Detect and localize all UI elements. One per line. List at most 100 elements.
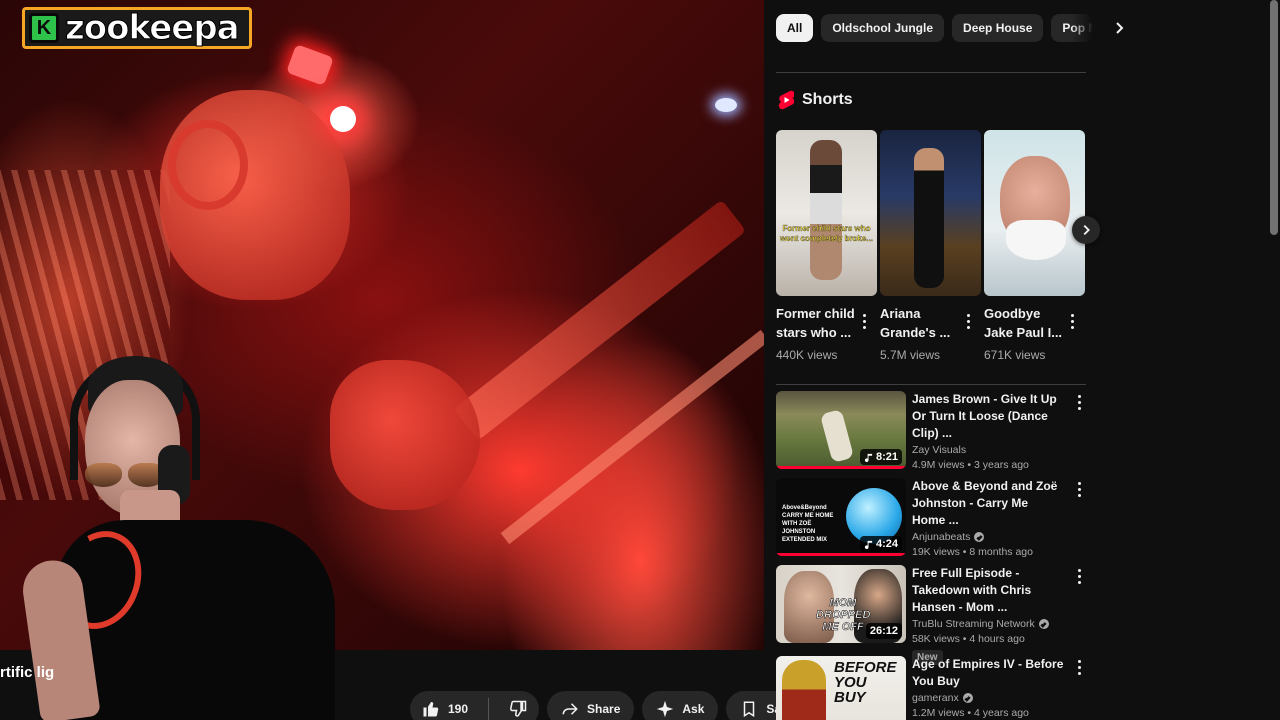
like-count: 190 [448, 702, 469, 716]
short-menu-button[interactable] [961, 312, 975, 330]
channel-name-text: Anjunabeats [912, 531, 971, 543]
short-menu-button[interactable] [857, 312, 871, 330]
dislike-button[interactable] [497, 691, 539, 720]
channel-name[interactable]: TruBlu Streaming Network [912, 618, 1064, 630]
video-dj-hand [330, 360, 480, 510]
chevron-right-icon [1083, 224, 1090, 236]
chip-all[interactable]: All [776, 14, 814, 42]
video-meta: 58K views • 4 hours ago [912, 633, 1025, 645]
channel-name[interactable]: gameranx [912, 692, 1064, 704]
share-icon [562, 703, 578, 715]
video-thumbnail[interactable]: MOM DROPPED ME OFF 26:12 [776, 565, 906, 643]
verified-icon [974, 532, 985, 542]
like-button[interactable]: 190 [410, 691, 480, 720]
video-title: rtific lig [0, 664, 55, 681]
thumbnail-text: Above&Beyond CARRY ME HOME WITH ZOË JOHN… [782, 505, 834, 543]
duration-badge: 26:12 [865, 623, 902, 639]
page-scrollbar[interactable] [1270, 0, 1278, 235]
chips-next-button[interactable] [1107, 14, 1131, 42]
duration-text: 26:12 [869, 625, 898, 637]
video-light [715, 98, 737, 112]
chip-oldschool-jungle[interactable]: Oldschool Jungle [821, 14, 945, 42]
verified-icon [1038, 619, 1049, 629]
music-note-icon [864, 540, 873, 549]
video-light [286, 44, 334, 86]
video-dj-headphones [168, 120, 248, 210]
chip-pop-music[interactable]: Pop M [1051, 14, 1094, 42]
recommendation-menu-button[interactable] [1072, 658, 1086, 676]
channel-name-text: TruBlu Streaming Network [912, 618, 1035, 630]
short-thumbnail-caption: Former child stars who went completely b… [780, 224, 873, 243]
recommendation-menu-button[interactable] [1072, 393, 1086, 411]
video-thumbnail[interactable]: Above&Beyond CARRY ME HOME WITH ZOË JOHN… [776, 478, 906, 556]
music-note-icon [864, 453, 873, 462]
thumbnail-text: MOM DROPPED ME OFF [816, 597, 871, 634]
channel-name-text: Zay Visuals [912, 444, 967, 456]
recommendation-item[interactable]: Above&Beyond CARRY ME HOME WITH ZOË JOHN… [776, 478, 1086, 558]
video-title[interactable]: Age of Empires IV - Before You Buy [912, 656, 1064, 690]
webcam-sunglasses [85, 463, 165, 487]
shorts-header: Shorts [778, 90, 853, 110]
thumbnail-figure [819, 409, 855, 463]
recommendation-item[interactable]: MOM DROPPED ME OFF 26:12 Free Full Episo… [776, 565, 1086, 665]
short-title[interactable]: Goodbye Jake Paul I... [984, 304, 1066, 342]
chip-deep-house[interactable]: Deep House [952, 14, 1044, 42]
video-title[interactable]: Free Full Episode - Takedown with Chris … [912, 565, 1064, 616]
shorts-shelf: Former child stars who went completely b… [776, 130, 1100, 370]
share-button[interactable]: Share [547, 691, 635, 720]
watch-progress-bar [776, 553, 906, 556]
thumbnail-figure [810, 140, 842, 280]
filter-chips: All Oldschool Jungle Deep House Pop M [776, 14, 1131, 42]
watch-progress-bar [776, 466, 906, 469]
short-title[interactable]: Ariana Grande's ... [880, 304, 962, 342]
duration-badge: 4:24 [859, 536, 902, 552]
channel-name[interactable]: Zay Visuals [912, 444, 1064, 456]
recommendation-item[interactable]: 8:21 James Brown - Give It Up Or Turn It… [776, 391, 1086, 471]
recommendation-info: Above & Beyond and Zoë Johnston - Carry … [912, 478, 1064, 558]
short-title[interactable]: Former child stars who ... [776, 304, 858, 342]
video-thumbnail[interactable]: 8:21 [776, 391, 906, 469]
recommendation-info: Free Full Episode - Takedown with Chris … [912, 565, 1064, 665]
bookmark-icon [744, 701, 755, 718]
short-item[interactable]: Former child stars who went completely b… [776, 130, 877, 362]
video-thumbnail[interactable]: BEFORE YOU BUY [776, 656, 906, 720]
shorts-logo-icon [778, 90, 794, 110]
short-thumbnail[interactable]: Former child stars who went completely b… [776, 130, 877, 296]
divider [776, 72, 1086, 73]
thumbs-down-icon [510, 700, 527, 717]
sparkle-icon [657, 700, 674, 718]
short-item[interactable]: Ariana Grande's ... 5.7M views [880, 130, 981, 362]
logo-mark: K [29, 13, 59, 43]
short-views: 5.7M views [880, 348, 941, 362]
streamer-logo: K zookeepa [22, 7, 252, 49]
shorts-next-button[interactable] [1072, 216, 1100, 244]
video-title[interactable]: Above & Beyond and Zoë Johnston - Carry … [912, 478, 1064, 529]
chevron-right-icon [1116, 22, 1124, 34]
channel-name-text: gameranx [912, 692, 959, 704]
short-views: 440K views [776, 348, 838, 362]
logo-text: zookeepa [65, 8, 241, 49]
recommendation-menu-button[interactable] [1072, 567, 1086, 585]
divider [776, 384, 1086, 385]
video-title[interactable]: James Brown - Give It Up Or Turn It Loos… [912, 391, 1064, 442]
recommendation-info: James Brown - Give It Up Or Turn It Loos… [912, 391, 1064, 471]
short-menu-button[interactable] [1065, 312, 1079, 330]
video-meta: 1.2M views • 4 years ago [912, 707, 1029, 719]
duration-text: 4:24 [875, 538, 898, 550]
thumbnail-text: BEFORE YOU BUY [834, 659, 897, 706]
share-label: Share [587, 702, 621, 716]
video-light [330, 106, 356, 132]
like-dislike-group: 190 [410, 691, 540, 720]
duration-badge: 8:21 [859, 449, 902, 465]
channel-name[interactable]: Anjunabeats [912, 531, 1064, 543]
recommendation-menu-button[interactable] [1072, 480, 1086, 498]
thumbs-up-icon [423, 702, 439, 717]
recommendation-item[interactable]: BEFORE YOU BUY Age of Empires IV - Befor… [776, 656, 1086, 720]
shorts-title: Shorts [802, 91, 853, 108]
short-thumbnail[interactable] [880, 130, 981, 296]
short-thumbnail[interactable] [984, 130, 1085, 296]
short-item[interactable]: Goodbye Jake Paul I... 671K views [984, 130, 1085, 362]
like-divider [488, 698, 490, 720]
ask-button[interactable]: Ask [642, 691, 719, 720]
thumbnail-figure [914, 148, 944, 288]
